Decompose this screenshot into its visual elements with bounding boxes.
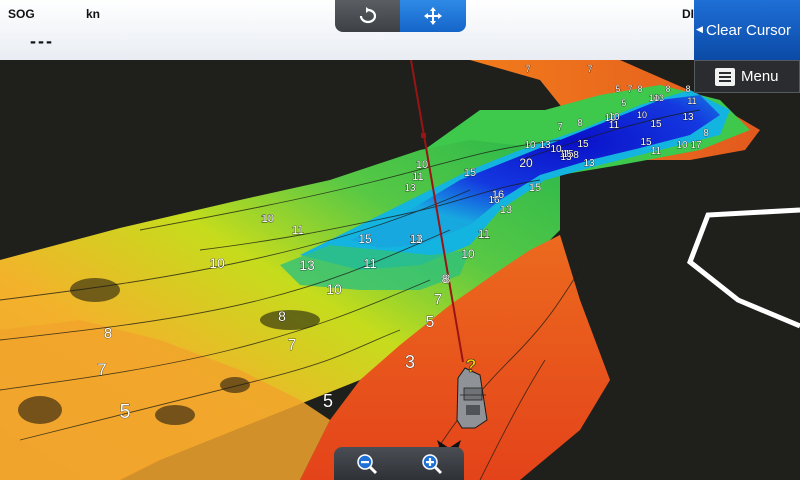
depth-label: 13 xyxy=(539,140,551,151)
depth-label: 17 xyxy=(690,140,702,151)
depth-label: 7 xyxy=(557,122,563,133)
depth-label: 7 xyxy=(627,84,632,94)
zoom-out-button[interactable] xyxy=(334,447,399,480)
rotate-mode-button[interactable] xyxy=(335,0,400,32)
pan-icon xyxy=(424,7,442,25)
depth-label: 13 xyxy=(682,112,694,123)
rotate-icon xyxy=(359,7,376,24)
depth-label: 8 xyxy=(703,128,709,139)
depth-label: 7 xyxy=(288,337,297,354)
view-mode-toggle xyxy=(335,0,466,32)
cursor-marker: ? xyxy=(466,356,477,376)
depth-label: 7 xyxy=(525,64,530,74)
depth-label: 13 xyxy=(583,158,595,169)
depth-label: 15 xyxy=(529,182,541,194)
depth-label: 8 xyxy=(637,84,642,94)
zoom-controls xyxy=(334,447,464,480)
menu-button[interactable]: Menu xyxy=(694,60,800,93)
depth-label: 7 xyxy=(434,291,442,308)
chevron-left-icon: ◀ xyxy=(696,24,703,34)
depth-label: 11 xyxy=(651,146,662,157)
depth-label: 11 xyxy=(609,120,620,131)
depth-label: 10 xyxy=(637,110,647,120)
depth-label: 15 xyxy=(650,119,662,130)
sog-unit: kn xyxy=(86,7,101,21)
depth-label: 8 xyxy=(665,84,670,94)
depth-label: 11 xyxy=(687,96,696,106)
depth-label: 8 xyxy=(577,118,583,129)
pan-mode-button[interactable] xyxy=(400,0,466,32)
depth-label: 10 xyxy=(416,159,428,171)
clear-cursor-label: Clear Cursor xyxy=(706,21,792,39)
depth-label: 8 xyxy=(573,150,579,161)
depth-label: 5 xyxy=(119,401,130,423)
zoom-in-button[interactable] xyxy=(399,447,464,480)
depth-label: 11 xyxy=(363,256,377,271)
depth-label: 10 xyxy=(524,140,536,151)
depth-label: 10 xyxy=(461,247,475,261)
3d-chart-view[interactable]: 7 75 7 8 8 810 115101310157 8101113810 13 15 15111… xyxy=(0,0,800,480)
sog-value: --- xyxy=(30,31,54,51)
depth-label: 11 xyxy=(412,171,423,183)
depth-label: 13 xyxy=(500,204,512,216)
course-waypoint xyxy=(421,133,426,138)
depth-label: 11 xyxy=(292,223,305,237)
depth-label: 8 xyxy=(278,308,286,324)
sog-label: SOG xyxy=(8,7,35,21)
zoom-out-icon xyxy=(356,453,377,474)
depth-label: 5 xyxy=(621,98,626,108)
depth-label: 13 xyxy=(299,257,315,273)
depth-label: 15 xyxy=(577,139,589,150)
menu-label: Menu xyxy=(741,68,779,85)
depth-label: 15 xyxy=(464,167,476,179)
depth-label: 11 xyxy=(410,232,423,246)
depth-label: 7 xyxy=(587,64,592,74)
depth-label: 3 xyxy=(405,352,415,372)
menu-list-icon xyxy=(715,67,735,86)
depth-label: 13 xyxy=(560,152,572,163)
depth-label: 8 xyxy=(442,272,449,286)
depth-label: 7 xyxy=(97,360,106,379)
depth-label: 10 xyxy=(326,281,342,297)
depth-label: 10 xyxy=(209,255,225,271)
depth-label: 5 xyxy=(615,84,620,94)
depth-label: 11 xyxy=(478,227,491,241)
depth-label: 13 xyxy=(404,183,416,194)
depth-label: 5 xyxy=(426,314,435,331)
clear-cursor-button[interactable]: ◀ Clear Cursor xyxy=(694,0,800,60)
depth-label: 13 xyxy=(654,93,664,103)
depth-label: 16 xyxy=(488,195,500,206)
zoom-in-icon xyxy=(421,453,442,474)
depth-label: 10 xyxy=(676,140,688,151)
depth-label: 10 xyxy=(262,213,274,225)
depth-label: 5 xyxy=(323,391,333,411)
depth-label: 15 xyxy=(358,232,372,246)
depth-label: 8 xyxy=(685,84,690,94)
depth-label: 20 xyxy=(519,156,533,170)
depth-label: 8 xyxy=(104,325,112,342)
data-field-label: DI xyxy=(682,7,694,21)
